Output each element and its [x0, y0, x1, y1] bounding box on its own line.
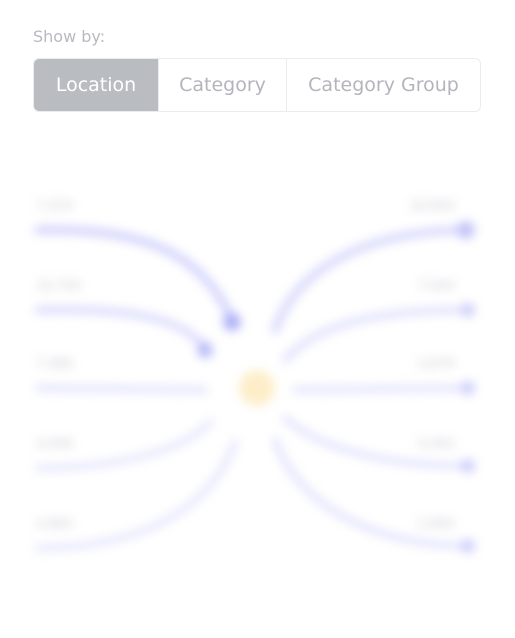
right-arrow-3 — [461, 381, 475, 395]
right-arrow-4 — [461, 459, 475, 473]
left-label-5: 4,865 — [36, 517, 73, 532]
right-label-4: 4,462 — [418, 437, 455, 452]
center-hub — [239, 370, 275, 406]
page: Show by: Location Category Category Grou… — [0, 0, 515, 638]
left-label-2: 10,745 — [36, 279, 82, 294]
right-label-2: 7,943 — [418, 279, 455, 294]
option-category[interactable]: Category — [158, 59, 286, 111]
flow-diagram: 7,523 10,745 7,480 4,946 4,865 16,843 7,… — [0, 150, 515, 600]
left-flow-2 — [34, 306, 209, 352]
right-label-3: 4,879 — [418, 357, 455, 372]
right-arrow-2 — [461, 303, 475, 317]
right-label-1: 16,843 — [410, 199, 456, 214]
right-label-5: 2,892 — [418, 517, 455, 532]
flow-diagram-content: 7,523 10,745 7,480 4,946 4,865 16,843 7,… — [34, 199, 475, 553]
show-by-segmented-control: Location Category Category Group — [33, 58, 481, 112]
left-arrow-1 — [223, 313, 241, 331]
right-arrow-5 — [461, 539, 475, 553]
right-arrow-1 — [457, 221, 475, 239]
left-label-1: 7,523 — [36, 199, 73, 214]
left-flow-3 — [35, 385, 208, 393]
left-arrow-2 — [197, 342, 213, 358]
left-label-4: 4,946 — [36, 437, 73, 452]
left-label-3: 7,480 — [36, 357, 73, 372]
option-location[interactable]: Location — [34, 59, 158, 111]
right-flow-3 — [292, 385, 473, 393]
flow-diagram-svg: 7,523 10,745 7,480 4,946 4,865 16,843 7,… — [34, 199, 475, 553]
right-flow-2 — [281, 306, 474, 364]
show-by-label: Show by: — [33, 27, 106, 46]
option-category-group[interactable]: Category Group — [286, 59, 480, 111]
